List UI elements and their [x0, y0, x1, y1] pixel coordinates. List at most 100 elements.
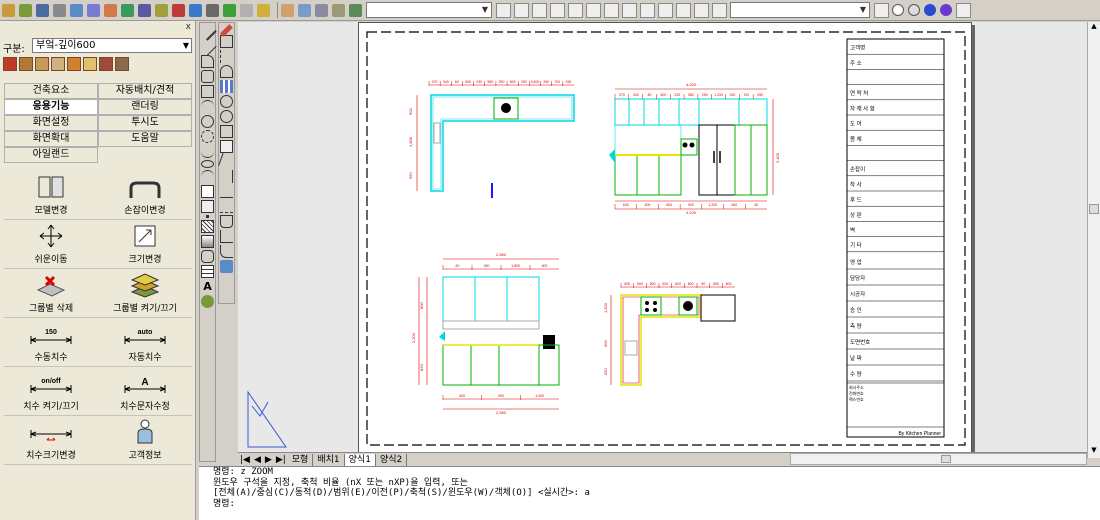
spline-icon[interactable] [201, 145, 214, 158]
cabinet-icon[interactable] [70, 3, 83, 17]
cabinet-orange-icon[interactable] [67, 57, 81, 71]
paint-icon[interactable] [104, 3, 117, 17]
view-right-icon[interactable] [568, 2, 583, 18]
horizontal-scrollbar[interactable] [790, 453, 1087, 465]
menu-building-elements[interactable]: 건축요소 [4, 83, 98, 99]
customer-info-button[interactable]: 고객정보 [98, 416, 192, 464]
cabinet-dark-icon[interactable] [99, 57, 113, 71]
gradient-icon[interactable] [201, 235, 214, 248]
tab-nav-first[interactable]: |◀ [238, 455, 252, 465]
join-icon[interactable] [220, 215, 233, 228]
ellipse-icon[interactable] [201, 160, 214, 168]
panel-close-button[interactable]: x [186, 22, 191, 32]
properties-icon[interactable] [349, 3, 362, 17]
stretch-icon[interactable] [220, 140, 233, 153]
manual-dimension-button[interactable]: 150 수동치수 [4, 318, 98, 366]
cabinet-brown-icon[interactable] [19, 57, 33, 71]
zoom-search-icon[interactable] [712, 2, 727, 18]
rotate-icon[interactable] [87, 3, 100, 17]
menu-screen-settings[interactable]: 화면설정 [4, 115, 98, 131]
delete-icon[interactable] [172, 3, 185, 17]
copy-icon[interactable] [220, 35, 233, 48]
zoom-window-icon[interactable] [315, 3, 328, 17]
wireframe-icon[interactable] [892, 4, 904, 16]
array-icon[interactable] [220, 80, 233, 93]
view-combo[interactable]: ▼ [730, 2, 870, 18]
view-left-icon[interactable] [550, 2, 565, 18]
menu-auto-layout[interactable]: 자동배치/견적 [98, 83, 192, 99]
cabinet-wood-icon[interactable] [35, 57, 49, 71]
hidden-icon[interactable] [908, 4, 920, 16]
polyline-icon[interactable] [201, 55, 214, 68]
mirror-icon[interactable] [220, 50, 233, 63]
menu-zoom[interactable]: 화면확대 [4, 131, 98, 147]
dimension-text-edit-button[interactable]: A 치수문자수정 [98, 367, 192, 415]
fillet-icon[interactable] [220, 245, 233, 258]
break-point-icon[interactable] [220, 200, 233, 213]
easy-move-button[interactable]: 쉬운이동 [4, 220, 98, 268]
cabinet-gray-icon[interactable] [115, 57, 129, 71]
line-icon[interactable] [206, 3, 219, 17]
menu-rendering[interactable]: 랜더링 [98, 99, 192, 115]
ellipse-arc-icon[interactable] [201, 170, 214, 183]
tab-nav-next[interactable]: ▶ [263, 455, 274, 465]
circle-icon[interactable] [201, 115, 214, 128]
tab-nav-last[interactable]: ▶| [274, 455, 288, 465]
zoom-icon[interactable] [298, 3, 311, 17]
command-prompt[interactable]: 명령: [213, 499, 1100, 510]
scroll-up-icon[interactable]: ▲ [1088, 22, 1100, 34]
tab-form2[interactable]: 양식2 [376, 453, 408, 466]
camera-icon[interactable] [694, 2, 709, 18]
scroll-down-icon[interactable]: ▼ [1088, 446, 1100, 458]
region-icon[interactable] [201, 250, 214, 263]
menu-applications[interactable]: 응용기능 [4, 99, 98, 115]
help-icon[interactable] [257, 3, 270, 17]
menu-help[interactable]: 도움말 [98, 131, 192, 147]
command-window[interactable]: 명령: z ZOOM 윈도우 구석을 지정, 축척 비율 (nX 또는 nXP)… [199, 466, 1100, 520]
rotate-tool-icon[interactable] [220, 110, 233, 123]
object-icon[interactable] [223, 3, 236, 17]
paper-sheet[interactable]: 370 340 60 600 230 580 250 600 250 3,600 250 700 250… [358, 22, 972, 453]
grid-icon[interactable] [138, 3, 151, 17]
print-icon[interactable] [53, 3, 66, 17]
scroll-thumb[interactable] [1089, 204, 1099, 214]
tab-model[interactable]: 모형 [288, 453, 314, 466]
gouraud-icon[interactable] [940, 4, 952, 16]
revcloud-icon[interactable] [201, 130, 214, 143]
move-icon[interactable] [220, 95, 233, 108]
view-icon[interactable] [496, 2, 511, 18]
view-top-icon[interactable] [514, 2, 529, 18]
model-change-button[interactable]: 모델변경 [4, 171, 98, 219]
render-icon[interactable] [121, 3, 134, 17]
insert-block-icon[interactable] [201, 185, 214, 198]
iso-nw-icon[interactable] [676, 2, 691, 18]
iso-sw-icon[interactable] [622, 2, 637, 18]
pan-icon[interactable] [281, 3, 294, 17]
materials-icon[interactable] [956, 2, 971, 18]
list-icon[interactable] [189, 3, 202, 17]
extend-icon[interactable] [220, 170, 233, 183]
resize-button[interactable]: 크기변경 [98, 220, 192, 268]
point-icon[interactable] [206, 215, 209, 218]
explode-icon[interactable] [220, 260, 233, 273]
new-icon[interactable] [2, 3, 15, 17]
hscroll-thumb[interactable] [941, 455, 951, 463]
dimension-toggle-button[interactable]: on/off 치수 켜기/끄기 [4, 367, 98, 415]
arc-icon[interactable] [201, 100, 214, 113]
break-icon[interactable] [220, 185, 233, 198]
view-back-icon[interactable] [604, 2, 619, 18]
zoom-prev-icon[interactable] [332, 3, 345, 17]
iso-ne-icon[interactable] [658, 2, 673, 18]
layer-icon[interactable] [155, 3, 168, 17]
make-block-icon[interactable] [201, 200, 214, 213]
cabinet-red-icon[interactable] [3, 57, 17, 71]
dimension-size-button[interactable]: 치수크기변경 [4, 416, 98, 464]
table-icon[interactable] [201, 265, 214, 278]
trim-icon[interactable] [218, 153, 235, 170]
vertical-scrollbar[interactable]: ▲ ▼ [1087, 22, 1100, 458]
scale-icon[interactable] [220, 125, 233, 138]
view-bottom-icon[interactable] [532, 2, 547, 18]
cabinet-light-icon[interactable] [51, 57, 65, 71]
document-icon[interactable] [240, 3, 253, 17]
layer-combo[interactable]: ▼ [366, 2, 492, 18]
